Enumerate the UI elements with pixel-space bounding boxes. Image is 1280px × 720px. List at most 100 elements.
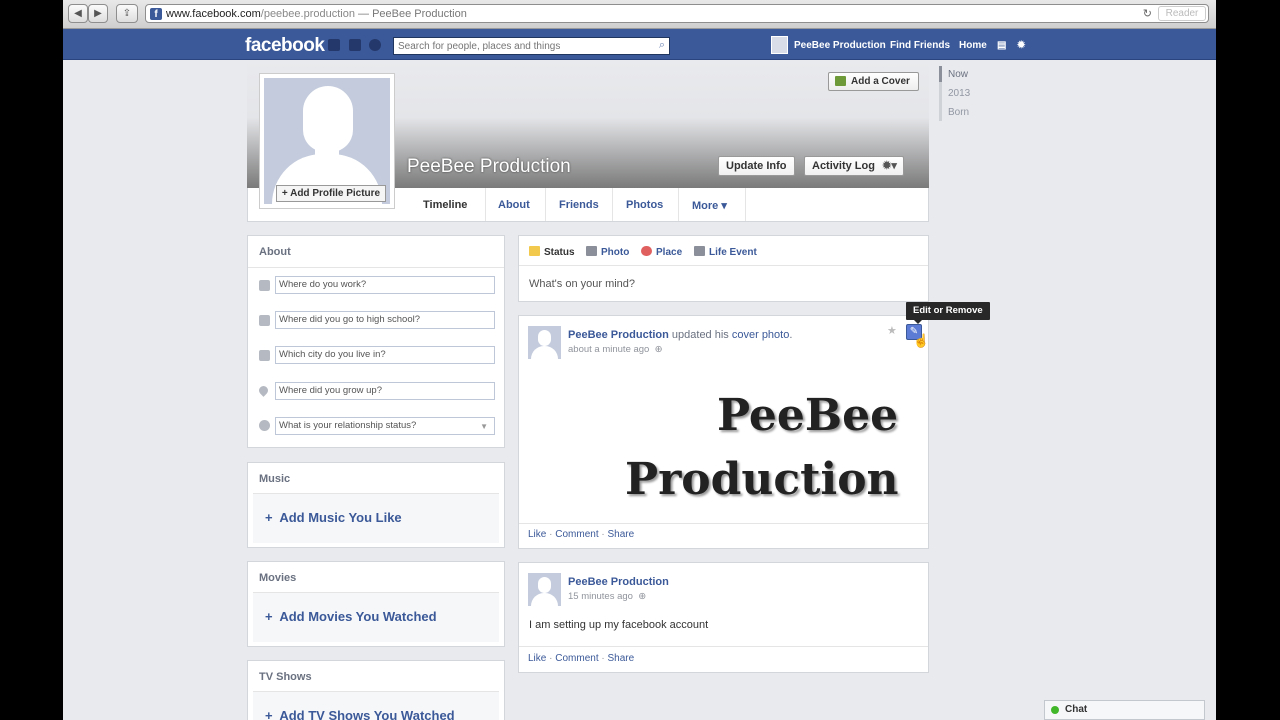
find-friends-link[interactable]: Find Friends <box>890 40 950 51</box>
add-music-link[interactable]: + Add Music You Like <box>265 510 402 525</box>
facebook-favicon-icon: f <box>150 8 162 20</box>
comment-link[interactable]: Comment <box>555 653 598 664</box>
post-avatar[interactable] <box>528 326 561 359</box>
location-pin-icon <box>257 384 270 397</box>
movies-box: Movies + Add Movies You Watched <box>247 561 505 647</box>
add-movies-area: + Add Movies You Watched <box>253 592 499 642</box>
relationship-select[interactable]: What is your relationship status? ▼ <box>275 417 495 435</box>
chevron-down-icon: ▼ <box>480 422 488 431</box>
current-city-field[interactable]: Which city do you live in? <box>275 346 495 364</box>
search-input[interactable] <box>394 38 649 54</box>
scrubber-born[interactable]: Born <box>948 107 969 118</box>
post-author-link[interactable]: PeeBee Production <box>568 329 669 341</box>
address-bar[interactable]: f www.facebook.com/peebee.production — P… <box>145 4 1209 23</box>
tab-photos[interactable]: Photos <box>626 199 663 211</box>
star-icon[interactable]: ★ <box>887 324 897 337</box>
activity-log-button[interactable]: Activity Log ✹▾ <box>804 156 904 176</box>
messages-icon[interactable] <box>349 39 361 51</box>
share-link[interactable]: Share <box>608 653 635 664</box>
chat-bar[interactable]: Chat <box>1044 700 1205 720</box>
post-avatar[interactable] <box>528 573 561 606</box>
work-field[interactable]: Where do you work? <box>275 276 495 294</box>
like-link[interactable]: Like <box>528 653 546 664</box>
cover-photo-link[interactable]: cover photo <box>732 329 789 341</box>
profile-link[interactable]: PeeBee Production <box>794 40 886 51</box>
reload-icon[interactable]: ↻ <box>1143 7 1152 20</box>
comment-link[interactable]: Comment <box>555 529 598 540</box>
composer-tab-life-event[interactable]: Life Event <box>694 246 757 258</box>
tv-shows-title[interactable]: TV Shows <box>259 671 312 683</box>
camera-icon <box>835 76 846 86</box>
notifications-icon[interactable] <box>369 39 381 51</box>
status-icon <box>529 246 540 256</box>
globe-icon: ⊕ <box>638 591 647 602</box>
forward-button[interactable]: ▶ <box>88 4 108 23</box>
browser-toolbar: ◀ ▶ ⇪ f www.facebook.com/peebee.producti… <box>63 0 1216 29</box>
gear-dropdown-icon[interactable]: ✹▾ <box>882 157 897 175</box>
post-actions: Like · Comment · Share <box>528 529 635 540</box>
post-actions: Like · Comment · Share <box>528 653 635 664</box>
mouse-cursor-icon: ☝ <box>913 333 930 348</box>
share-icon[interactable]: ⇪ <box>116 4 138 23</box>
scrubber-2013[interactable]: 2013 <box>948 88 970 99</box>
search-icon[interactable]: ⌕ <box>659 39 665 52</box>
scrubber-now[interactable]: Now <box>948 69 968 80</box>
facebook-top-bar: facebook ⌕ PeeBee Production Find Friend… <box>63 29 1216 60</box>
status-input[interactable]: What's on your mind? <box>529 278 635 290</box>
scrubber-active-bar <box>939 66 942 82</box>
tab-about[interactable]: About <box>498 199 530 211</box>
tv-shows-box: TV Shows + Add TV Shows You Watched <box>247 660 505 720</box>
music-title[interactable]: Music <box>259 473 290 485</box>
graduation-cap-icon <box>259 315 270 326</box>
tab-more[interactable]: More ▾ <box>692 199 727 212</box>
place-pin-icon <box>641 246 652 256</box>
tab-divider <box>745 188 746 221</box>
cover-image-text-line1: PeeBee <box>717 390 899 441</box>
update-info-button[interactable]: Update Info <box>718 156 795 176</box>
privacy-shortcuts-icon[interactable]: ▤ <box>997 40 1006 51</box>
friend-requests-icon[interactable] <box>328 39 340 51</box>
profile-name[interactable]: PeeBee Production <box>407 156 571 178</box>
search-box: ⌕ <box>393 37 670 55</box>
add-tv-link[interactable]: + Add TV Shows You Watched <box>265 708 455 720</box>
post-timestamp[interactable]: 15 minutes ago ⊕ <box>568 591 646 602</box>
facebook-logo[interactable]: facebook <box>245 35 325 57</box>
timeline-scrubber: Now 2013 Born <box>939 66 970 121</box>
movies-title[interactable]: Movies <box>259 572 296 584</box>
status-composer: Status Photo Place Life Event What's on … <box>518 235 929 302</box>
hometown-field[interactable]: Where did you grow up? <box>275 382 495 400</box>
home-link[interactable]: Home <box>959 40 987 51</box>
about-box: About Where do you work? Where did you g… <box>247 235 505 448</box>
photo-icon <box>586 246 597 256</box>
life-event-icon <box>694 246 705 256</box>
tab-friends[interactable]: Friends <box>559 199 599 211</box>
tab-divider <box>545 188 546 221</box>
url-text: www.facebook.com/peebee.production — Pee… <box>166 8 467 20</box>
default-avatar-silhouette: + Add Profile Picture <box>264 78 390 204</box>
add-cover-button[interactable]: Add a Cover <box>828 72 919 91</box>
add-music-area: + Add Music You Like <box>253 493 499 543</box>
heart-icon <box>259 420 270 431</box>
post-timestamp[interactable]: about a minute ago ⊕ <box>568 344 663 355</box>
post-text: I am setting up my facebook account <box>529 619 709 631</box>
like-link[interactable]: Like <box>528 529 546 540</box>
reader-button[interactable]: Reader <box>1158 6 1206 21</box>
high-school-field[interactable]: Where did you go to high school? <box>275 311 495 329</box>
add-movies-link[interactable]: + Add Movies You Watched <box>265 609 437 624</box>
back-button[interactable]: ◀ <box>68 4 88 23</box>
settings-gear-icon[interactable]: ✹ <box>1017 40 1025 51</box>
composer-tab-status[interactable]: Status <box>529 246 575 258</box>
cover-image-text-line2: Production <box>625 454 899 505</box>
avatar[interactable] <box>771 36 788 54</box>
add-profile-picture-button[interactable]: + Add Profile Picture <box>276 185 386 202</box>
profile-picture[interactable]: + Add Profile Picture <box>259 73 395 209</box>
share-link[interactable]: Share <box>608 529 635 540</box>
browser-window: ◀ ▶ ⇪ f www.facebook.com/peebee.producti… <box>63 0 1216 720</box>
about-title[interactable]: About <box>259 246 291 258</box>
briefcase-icon <box>259 280 270 291</box>
tab-timeline[interactable]: Timeline <box>423 199 467 211</box>
house-icon <box>259 350 270 361</box>
composer-tab-photo[interactable]: Photo <box>586 246 629 258</box>
post-author-link[interactable]: PeeBee Production <box>568 576 669 588</box>
composer-tab-place[interactable]: Place <box>641 246 682 258</box>
